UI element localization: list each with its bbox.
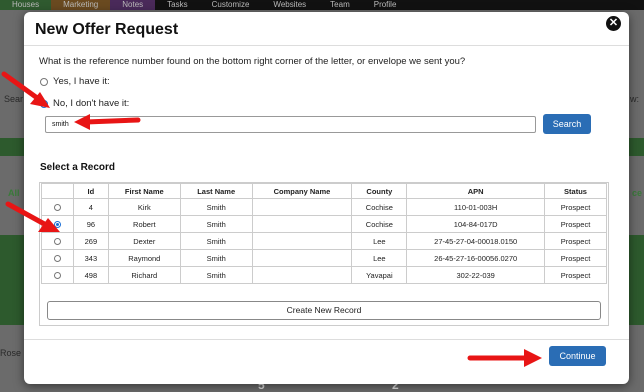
modal-footer-divider bbox=[24, 339, 629, 340]
modal-header: New Offer Request ✕ bbox=[24, 12, 629, 46]
annotation-arrow-continue bbox=[467, 349, 542, 367]
cell-last-name: Smith bbox=[179, 249, 253, 267]
cell-status: Prospect bbox=[544, 198, 607, 216]
cell-apn: 104-84-017D bbox=[406, 215, 546, 233]
cell-first-name: Raymond bbox=[107, 249, 181, 267]
row-select-radio[interactable] bbox=[53, 272, 61, 280]
cell-last-name: Smith bbox=[179, 198, 253, 216]
select-record-title: Select a Record bbox=[40, 162, 116, 173]
table-header-row: Id First Name Last Name Company Name Cou… bbox=[41, 183, 607, 199]
bg-green-block bbox=[0, 235, 24, 325]
cell-first-name: Kirk bbox=[107, 198, 181, 216]
bg-nav-team: Team bbox=[330, 0, 350, 9]
cell-company bbox=[251, 198, 353, 216]
cell-first-name: Richard bbox=[107, 266, 181, 284]
col-company-name: Company Name bbox=[251, 183, 353, 199]
cell-id: 96 bbox=[72, 215, 109, 233]
table-row[interactable]: 96 Robert Smith Cochise 104-84-017D Pros… bbox=[41, 215, 607, 233]
cell-company bbox=[251, 232, 353, 250]
cell-last-name: Smith bbox=[179, 266, 253, 284]
col-apn: APN bbox=[406, 183, 546, 199]
new-offer-modal: New Offer Request ✕ What is the referenc… bbox=[24, 12, 629, 384]
cell-apn: 302-22-039 bbox=[406, 266, 546, 284]
cell-county: Cochise bbox=[351, 198, 408, 216]
bg-nav-notes: Notes bbox=[110, 0, 156, 10]
bg-nav-customize: Customize bbox=[211, 0, 250, 9]
col-county: County bbox=[351, 183, 408, 199]
cell-status: Prospect bbox=[544, 215, 607, 233]
bg-green-block bbox=[629, 138, 644, 156]
annotation-arrow-search bbox=[74, 114, 141, 130]
col-id: Id bbox=[72, 183, 109, 199]
option-yes-label: Yes, I have it: bbox=[53, 76, 110, 87]
bg-ce-label: ce bbox=[632, 188, 643, 198]
cell-county: Cochise bbox=[351, 215, 408, 233]
reference-question: What is the reference number found on th… bbox=[39, 56, 466, 67]
bg-all-label: All bbox=[8, 188, 20, 198]
col-select bbox=[41, 183, 74, 199]
cell-apn: 26-45-27-16-00056.0270 bbox=[406, 249, 546, 267]
cell-id: 498 bbox=[72, 266, 109, 284]
bg-w-label: w: bbox=[630, 94, 639, 104]
cell-last-name: Smith bbox=[179, 215, 253, 233]
bg-nav-profile: Profile bbox=[373, 0, 397, 9]
col-status: Status bbox=[544, 183, 607, 199]
bg-green-block bbox=[629, 235, 644, 325]
search-button[interactable]: Search bbox=[543, 114, 591, 134]
cell-county: Lee bbox=[351, 249, 408, 267]
cell-last-name: Smith bbox=[179, 232, 253, 250]
cell-id: 343 bbox=[72, 249, 109, 267]
continue-button[interactable]: Continue bbox=[549, 346, 606, 366]
cell-first-name: Dexter bbox=[107, 232, 181, 250]
table-row[interactable]: 498 Richard Smith Yavapai 302-22-039 Pro… bbox=[41, 266, 607, 284]
table-row[interactable]: 269 Dexter Smith Lee 27-45-27-04-00018.0… bbox=[41, 232, 607, 250]
cell-apn: 110-01-003H bbox=[406, 198, 546, 216]
col-first-name: First Name bbox=[107, 183, 181, 199]
bg-green-block bbox=[0, 138, 24, 156]
option-no-label: No, I don't have it: bbox=[53, 98, 130, 109]
close-icon[interactable]: ✕ bbox=[606, 16, 621, 31]
modal-title: New Offer Request bbox=[35, 21, 179, 38]
cell-apn: 27-45-27-04-00018.0150 bbox=[406, 232, 546, 250]
cell-company bbox=[251, 215, 353, 233]
cell-company bbox=[251, 266, 353, 284]
create-new-record-button[interactable]: Create New Record bbox=[47, 301, 601, 320]
bg-nav-websites: Websites bbox=[273, 0, 307, 9]
cell-status: Prospect bbox=[544, 232, 607, 250]
bg-nav-tasks: Tasks bbox=[167, 0, 188, 9]
bg-rose-label: Rose bbox=[0, 348, 22, 358]
records-table: Id First Name Last Name Company Name Cou… bbox=[41, 183, 607, 284]
cell-county: Yavapai bbox=[351, 266, 408, 284]
cell-company bbox=[251, 249, 353, 267]
background-nav: Houses Marketing Notes Tasks Customize W… bbox=[0, 0, 644, 10]
row-select-radio[interactable] bbox=[53, 255, 61, 263]
cell-county: Lee bbox=[351, 232, 408, 250]
annotation-arrow-radio bbox=[1, 71, 50, 108]
cell-id: 4 bbox=[72, 198, 109, 216]
bg-nav-marketing: Marketing bbox=[51, 0, 111, 10]
cell-id: 269 bbox=[72, 232, 109, 250]
table-row[interactable]: 343 Raymond Smith Lee 26-45-27-16-00056.… bbox=[41, 249, 607, 267]
cell-status: Prospect bbox=[544, 266, 607, 284]
annotation-arrow-row bbox=[5, 201, 60, 232]
cell-status: Prospect bbox=[544, 249, 607, 267]
table-row[interactable]: 4 Kirk Smith Cochise 110-01-003H Prospec… bbox=[41, 198, 607, 216]
bg-nav-houses: Houses bbox=[0, 0, 52, 10]
cell-first-name: Robert bbox=[107, 215, 181, 233]
col-last-name: Last Name bbox=[179, 183, 253, 199]
